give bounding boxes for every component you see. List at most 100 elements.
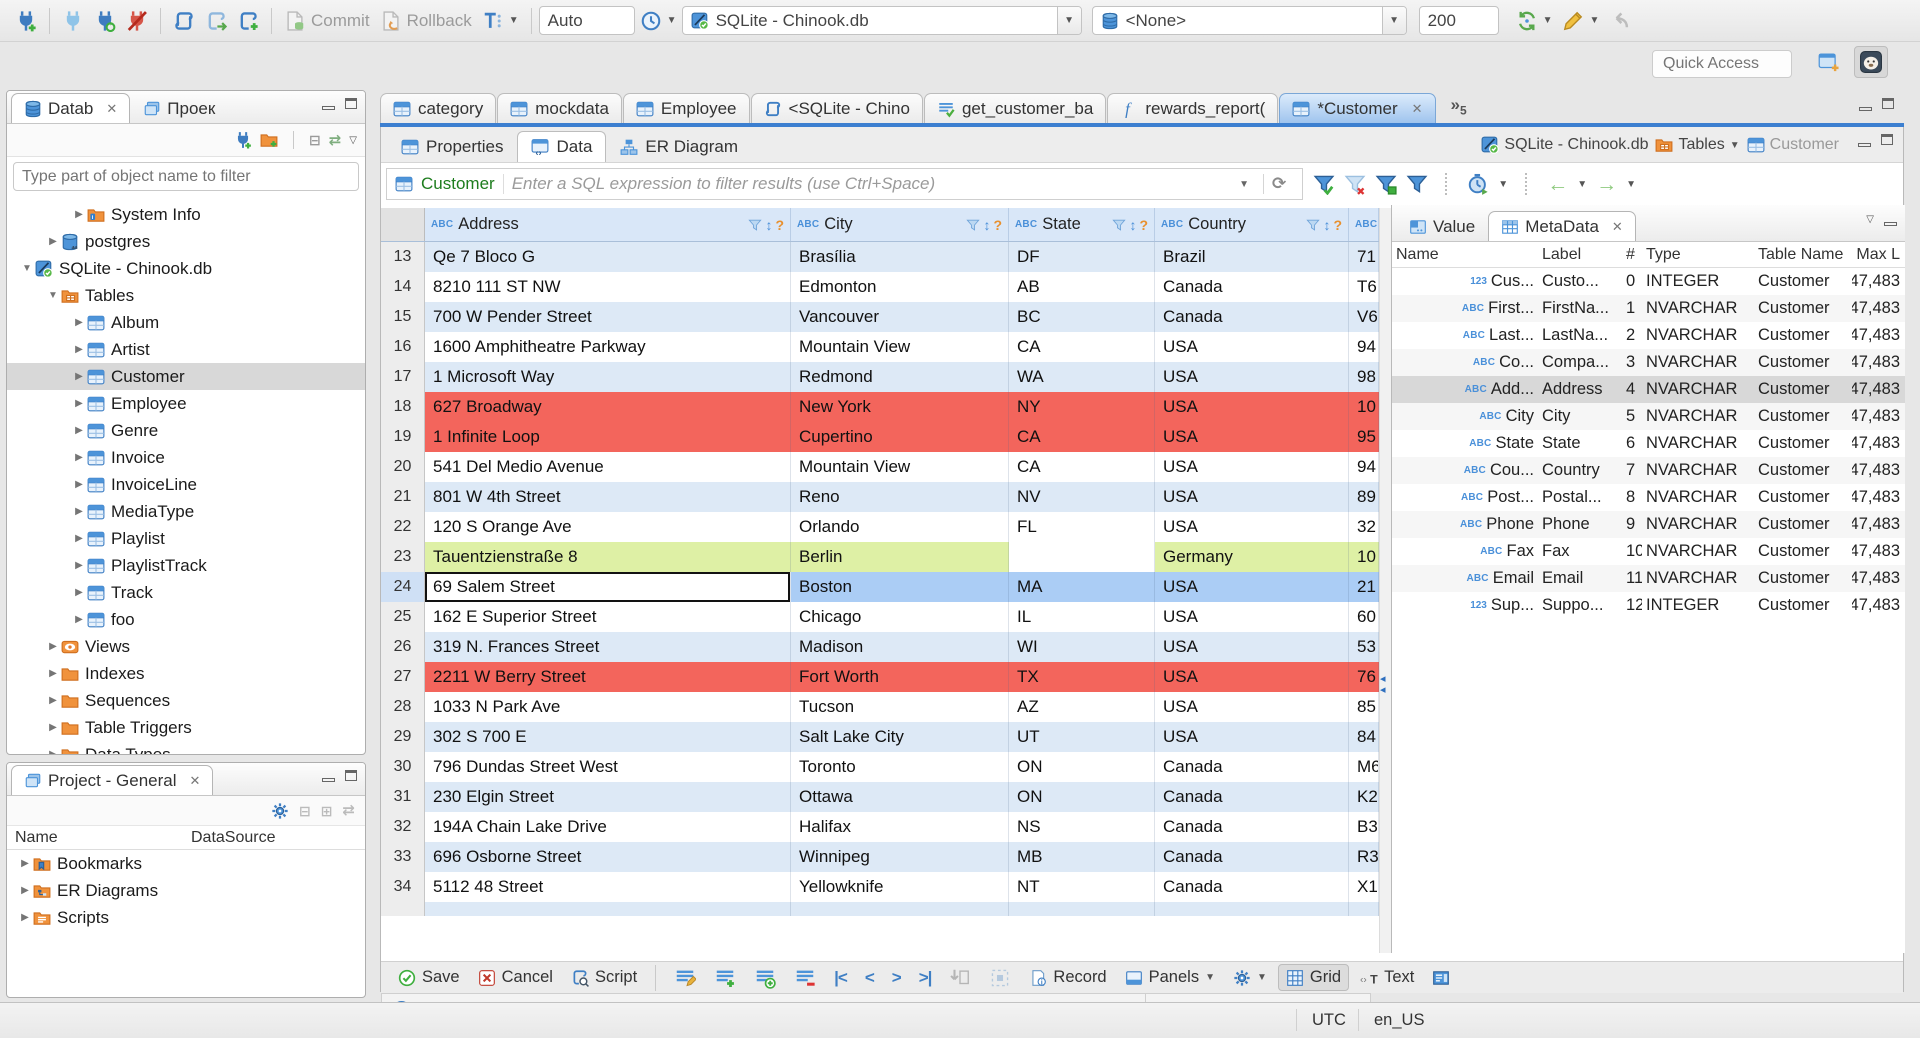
column-header-city[interactable]: ABC City ↕? — [791, 208, 1009, 241]
next-page-icon[interactable]: → — [1596, 174, 1617, 195]
grid-cell[interactable]: CA — [1009, 332, 1155, 362]
tab-project-general[interactable]: Project - General ✕ — [11, 765, 214, 795]
grid-cell[interactable]: MA — [1009, 572, 1155, 602]
maximize-icon[interactable] — [345, 98, 357, 109]
grid-cell[interactable]: K2 — [1349, 782, 1379, 812]
link-editor-icon[interactable]: ⇄ — [342, 803, 355, 818]
grid-cell[interactable]: Germany — [1155, 542, 1349, 572]
navigator-filter-input[interactable] — [13, 162, 359, 191]
column-filter-icon[interactable] — [748, 218, 763, 232]
column-filter-icon[interactable] — [966, 218, 981, 232]
column-header-datasource[interactable]: DataSource — [183, 829, 363, 847]
grid-cell[interactable]: 98 — [1349, 362, 1379, 392]
expand-arrow-icon[interactable]: ▶ — [45, 236, 61, 247]
metadata-max-length-cell[interactable]: 2,147,483 — [1852, 434, 1904, 453]
metadata-name-cell[interactable]: ABC Add... — [1392, 380, 1538, 399]
metadata-row[interactable]: ABCAdd...Address4NVARCHARCustomer2,147,4… — [1392, 376, 1905, 403]
tree-item-artist[interactable]: ▶ Artist — [7, 336, 365, 363]
tab-er-diagram[interactable]: ER Diagram — [606, 131, 752, 162]
column-header-country[interactable]: ABC Country ↕? — [1155, 208, 1349, 241]
commit-mode-combo[interactable]: Auto — [538, 6, 635, 35]
row-number-cell[interactable]: 23 — [381, 542, 425, 572]
back-button[interactable] — [1604, 10, 1636, 32]
expand-arrow-icon[interactable]: ▶ — [45, 695, 61, 706]
metadata-row[interactable]: 123Cus...Custo...0INTEGERCustomer2,147,4… — [1392, 268, 1905, 295]
metadata-type-cell[interactable]: NVARCHAR — [1642, 353, 1754, 372]
metadata-index-cell[interactable]: 4 — [1622, 380, 1642, 399]
metadata-label-cell[interactable]: Suppo... — [1538, 596, 1622, 615]
metadata-index-cell[interactable]: 0 — [1622, 272, 1642, 291]
grid-cell[interactable]: 84 — [1349, 722, 1379, 752]
collapse-all-icon[interactable]: ⊟ — [299, 804, 311, 818]
metadata-type-cell[interactable]: INTEGER — [1642, 272, 1754, 291]
metadata-label-cell[interactable]: Country — [1538, 461, 1622, 480]
tree-item-track[interactable]: ▶ Track — [7, 579, 365, 606]
metadata-table-name-cell[interactable]: Customer — [1754, 326, 1852, 345]
metadata-max-length-cell[interactable]: 2,147,483 — [1852, 461, 1904, 480]
connection-combo[interactable]: SQLite - Chinook.db ▼ — [681, 6, 1082, 35]
row-number-cell[interactable]: 13 — [381, 242, 425, 272]
grid-cell[interactable]: 541 Del Medio Avenue — [425, 452, 791, 482]
grid-cell[interactable]: 53 — [1349, 632, 1379, 662]
row-number-cell[interactable]: 14 — [381, 272, 425, 302]
grid-cell[interactable]: V6 — [1349, 302, 1379, 332]
fetch-size-input[interactable]: 200 — [1418, 6, 1499, 35]
grid-cell[interactable]: NY — [1009, 392, 1155, 422]
tree-item-sequences[interactable]: ▶ Sequences — [7, 687, 365, 714]
row-number-cell[interactable]: 27 — [381, 662, 425, 692]
metadata-table-name-cell[interactable]: Customer — [1754, 434, 1852, 453]
new-connection-icon[interactable] — [15, 10, 37, 32]
rollback-button[interactable]: Rollback — [375, 10, 477, 32]
table-row[interactable]: 22 120 S Orange Ave Orlando FL USA 32 — [381, 512, 1379, 542]
row-number-cell[interactable]: 34 — [381, 872, 425, 902]
connect-icon[interactable] — [62, 10, 84, 32]
grid-cell[interactable]: R3 — [1349, 842, 1379, 872]
row-number-cell[interactable]: 29 — [381, 722, 425, 752]
table-row[interactable]: 33 696 Osborne Street Winnipeg MB Canada R3 — [381, 842, 1379, 872]
table-row[interactable]: 19 1 Infinite Loop Cupertino CA USA 95 — [381, 422, 1379, 452]
script-button[interactable]: Script — [564, 968, 644, 987]
maximize-icon[interactable] — [345, 770, 357, 781]
grid-cell[interactable]: Brazil — [1155, 242, 1349, 272]
add-row-button[interactable] — [707, 967, 743, 989]
column-filter-icon[interactable] — [1306, 218, 1321, 232]
grid-cell[interactable]: USA — [1155, 332, 1349, 362]
grid-cell[interactable]: 302 S 700 E — [425, 722, 791, 752]
column-header-state[interactable]: ABC State ↕? — [1009, 208, 1155, 241]
tree-item-customer[interactable]: ▶ Customer — [7, 363, 365, 390]
grid-cell[interactable]: Canada — [1155, 752, 1349, 782]
database-combo[interactable]: <None> ▼ — [1091, 6, 1407, 35]
metadata-index-cell[interactable]: 7 — [1622, 461, 1642, 480]
expand-arrow-icon[interactable]: ▶ — [45, 668, 61, 679]
tab-metadata[interactable]: MetaData ✕ — [1488, 211, 1636, 241]
grid-cell[interactable]: ON — [1009, 752, 1155, 782]
metadata-name-cell[interactable]: ABC Fax — [1392, 542, 1538, 561]
tab-properties[interactable]: Properties — [387, 131, 517, 162]
metadata-name-cell[interactable]: ABC First... — [1392, 299, 1538, 318]
table-row[interactable]: 32 194A Chain Lake Drive Halifax NS Canada B3 — [381, 812, 1379, 842]
previous-page-icon[interactable]: ← — [1547, 174, 1568, 195]
sql-filter-input[interactable]: Customer Enter a SQL expression to filte… — [386, 168, 1304, 200]
grid-cell[interactable]: Tauentzienstraße 8 — [425, 542, 791, 572]
grid-cell[interactable]: M6 — [1349, 752, 1379, 782]
row-number-cell[interactable]: 24 — [381, 572, 425, 602]
metadata-max-length-cell[interactable]: 2,147,483 — [1852, 488, 1904, 507]
metadata-row[interactable]: ABCEmailEmail11NVARCHARCustomer2,147,483 — [1392, 565, 1905, 592]
quick-access-input[interactable] — [1652, 50, 1792, 78]
minimize-icon[interactable] — [1859, 107, 1872, 111]
grid-cell[interactable]: 194A Chain Lake Drive — [425, 812, 791, 842]
grid-cell[interactable]: B3 — [1349, 812, 1379, 842]
metadata-type-cell[interactable]: INTEGER — [1642, 596, 1754, 615]
previous-row-button[interactable]: < — [858, 968, 881, 988]
grid-cell[interactable]: Toronto — [791, 752, 1009, 782]
metadata-table-name-cell[interactable]: Customer — [1754, 569, 1852, 588]
fetch-page-button[interactable] — [942, 967, 978, 989]
breadcrumb-customer[interactable]: Customer — [1747, 136, 1839, 154]
metadata-index-cell[interactable]: 8 — [1622, 488, 1642, 507]
grid-cell[interactable]: Cupertino — [791, 422, 1009, 452]
row-number-cell[interactable]: 17 — [381, 362, 425, 392]
metadata-row[interactable]: ABCCou...Country7NVARCHARCustomer2,147,4… — [1392, 457, 1905, 484]
value-view-button[interactable] — [1425, 969, 1457, 987]
metadata-table-name-cell[interactable]: Customer — [1754, 488, 1852, 507]
table-row[interactable]: 26 319 N. Frances Street Madison WI USA 53 — [381, 632, 1379, 662]
